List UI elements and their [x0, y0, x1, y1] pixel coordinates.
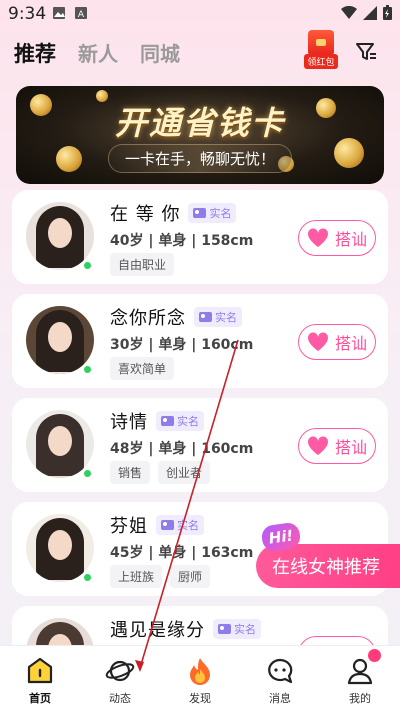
user-info: 30岁 | 单身 | 160cm — [110, 337, 254, 353]
id-card-icon — [218, 624, 231, 634]
banner-title: 开通省钱卡 — [114, 104, 285, 142]
status-time: 9:34 — [8, 4, 47, 24]
user-card[interactable]: 在 等 你 实名 40岁 | 单身 | 158cm 自由职业 搭讪 — [12, 190, 388, 284]
red-packet-button[interactable]: 领红包 — [304, 30, 338, 70]
user-tag: 喜欢简单 — [110, 357, 175, 380]
user-name: 诗情 — [110, 412, 148, 433]
verified-badge: 实名 — [188, 203, 237, 223]
filter-icon[interactable] — [354, 40, 378, 64]
nav-messages[interactable]: 消息 — [240, 646, 320, 711]
tab-new[interactable]: 新人 — [78, 38, 118, 67]
svg-text:A: A — [78, 10, 85, 20]
heart-icon — [307, 228, 329, 247]
chat-button[interactable]: 搭讪 — [298, 220, 376, 256]
user-tag: 上班族 — [110, 565, 163, 588]
battery-icon — [383, 5, 392, 20]
home-icon — [27, 657, 53, 684]
bottom-nav: 首页 动态 发现 消息 我的 — [0, 645, 400, 711]
signal-icon — [363, 5, 377, 20]
user-name: 芬姐 — [110, 516, 148, 537]
user-card[interactable]: 念你所念 实名 30岁 | 单身 | 160cm 喜欢简单 搭讪 — [12, 294, 388, 388]
nav-home[interactable]: 首页 — [0, 646, 80, 711]
id-card-icon — [199, 312, 212, 322]
heart-icon — [307, 436, 329, 455]
online-indicator — [82, 364, 93, 375]
verified-badge: 实名 — [156, 411, 204, 431]
recommend-label: 在线女神推荐 — [272, 557, 380, 578]
top-tabs: 推荐 新人 同城 — [14, 38, 180, 68]
user-info: 48岁 | 单身 | 160cm — [110, 441, 254, 457]
coin-decoration — [56, 146, 82, 172]
app-notification-icon: A — [75, 7, 87, 20]
image-notification-icon — [53, 7, 65, 19]
user-name: 在 等 你 — [110, 204, 181, 225]
id-card-icon — [161, 416, 174, 426]
tab-nearby[interactable]: 同城 — [140, 38, 180, 67]
user-name: 遇见是缘分 — [110, 620, 205, 641]
online-indicator — [82, 260, 93, 271]
status-bar: 9:34 A — [0, 0, 400, 28]
online-indicator — [82, 572, 93, 583]
user-tag: 销售 — [110, 461, 151, 484]
savings-card-banner[interactable]: 开通省钱卡 一卡在手，畅聊无忧！ — [16, 86, 384, 184]
red-packet-label: 领红包 — [304, 54, 338, 69]
nav-profile[interactable]: 我的 — [320, 646, 400, 711]
red-packet-icon — [308, 30, 334, 56]
banner-subtitle: 一卡在手，畅聊无忧！ — [107, 144, 293, 173]
heart-icon — [307, 332, 329, 351]
planet-icon — [105, 660, 135, 682]
id-card-icon — [193, 208, 207, 218]
verified-badge: 实名 — [194, 307, 242, 327]
user-tag: 自由职业 — [110, 253, 175, 276]
user-info: 45岁 | 单身 | 163cm — [110, 545, 254, 561]
user-tag: 厨师 — [170, 565, 211, 588]
chat-button[interactable]: 搭讪 — [298, 324, 376, 360]
chat-button[interactable]: 搭讪 — [298, 428, 376, 464]
user-tag: 创业者 — [158, 461, 211, 484]
wifi-icon — [341, 5, 357, 19]
message-icon — [268, 658, 293, 684]
system-icons — [341, 5, 392, 20]
id-card-icon — [161, 520, 174, 530]
flame-icon — [190, 658, 210, 685]
tab-recommend[interactable]: 推荐 — [14, 38, 56, 68]
verified-badge: 实名 — [156, 515, 204, 535]
user-card[interactable]: 诗情 实名 48岁 | 单身 | 160cm 销售 创业者 搭讪 — [12, 398, 388, 492]
online-indicator — [82, 468, 93, 479]
user-info: 40岁 | 单身 | 158cm — [110, 233, 254, 249]
nav-moments[interactable]: 动态 — [80, 646, 160, 711]
verified-badge: 实名 — [213, 619, 261, 639]
user-name: 念你所念 — [110, 308, 186, 329]
nav-discover[interactable]: 发现 — [160, 646, 240, 711]
notification-dot — [368, 649, 381, 662]
